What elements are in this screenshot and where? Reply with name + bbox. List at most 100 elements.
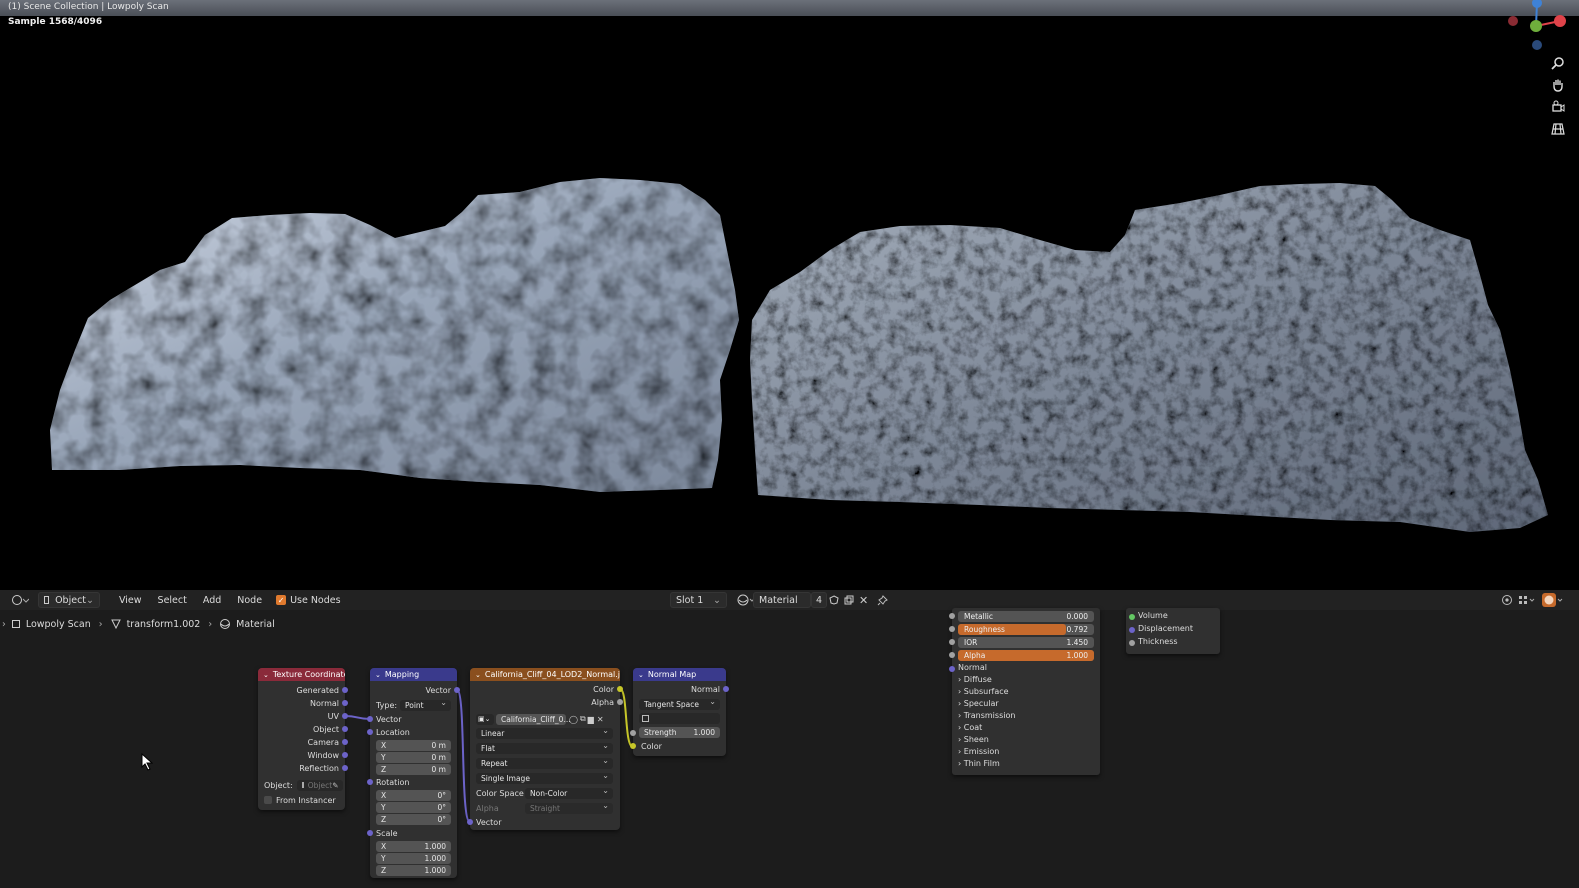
socket-reflection[interactable] — [342, 765, 348, 771]
node-title: Texture Coordinate — [272, 670, 345, 679]
eyedropper-icon[interactable]: ✎ — [332, 781, 338, 790]
copy-icon[interactable]: ⧉ — [580, 714, 586, 724]
metallic-slider[interactable]: Metallic 0.000 — [958, 611, 1094, 622]
mapping-type-dropdown[interactable]: Point — [400, 698, 451, 711]
checkbox-icon[interactable] — [264, 796, 272, 804]
socket-uv[interactable] — [342, 713, 348, 719]
normal-space-dropdown[interactable]: Tangent Space — [639, 697, 720, 710]
projection-dropdown[interactable]: Flat — [476, 741, 613, 754]
normal-map-node[interactable]: ⌄ Normal Map Normal Tangent Space Streng… — [630, 668, 729, 756]
panel-emission[interactable]: › Emission — [958, 747, 999, 756]
node-header[interactable]: ⌄ Mapping — [370, 668, 457, 681]
texture-coordinate-node[interactable]: ⌄ Texture Coordinate Generated Normal UV… — [258, 668, 348, 810]
socket-roughness[interactable] — [949, 626, 955, 632]
source-dropdown[interactable]: Single Image — [476, 771, 613, 784]
panel-label: Diffuse — [963, 675, 992, 684]
socket-object[interactable] — [342, 726, 348, 732]
from-instancer-row[interactable]: From Instancer — [264, 794, 336, 806]
grid-icon[interactable] — [1548, 118, 1568, 140]
rotation-z-field[interactable]: Z 0° — [376, 814, 451, 825]
socket-thickness[interactable] — [1129, 640, 1135, 646]
socket-generated[interactable] — [342, 687, 348, 693]
axis-label: Y — [381, 753, 386, 762]
socket-color-in[interactable] — [630, 743, 636, 749]
rotation-y-field[interactable]: Y 0° — [376, 802, 451, 813]
socket-strength[interactable] — [630, 730, 636, 736]
socket-normal[interactable] — [342, 700, 348, 706]
panel-subsurface[interactable]: › Subsurface — [958, 687, 1009, 696]
output-object: Object — [312, 724, 339, 734]
panel-diffuse[interactable]: › Diffuse — [958, 675, 992, 684]
node-header[interactable]: ⌄ California_Cliff_04_LOD2_Normal.jpg — [470, 668, 620, 681]
location-x-value: 0 m — [431, 741, 446, 750]
socket-scale[interactable] — [367, 830, 373, 836]
socket-displacement[interactable] — [1129, 627, 1135, 633]
axis-label: X — [381, 741, 387, 750]
socket-metallic[interactable] — [949, 613, 955, 619]
location-z-field[interactable]: Z 0 m — [376, 764, 451, 775]
socket-normal-in[interactable] — [949, 666, 955, 672]
panel-label: Transmission — [963, 711, 1016, 720]
location-y-field[interactable]: Y 0 m — [376, 752, 451, 763]
scale-z-field[interactable]: Z 1.000 — [376, 865, 451, 876]
interpolation-dropdown[interactable]: Linear — [476, 726, 613, 739]
principled-bsdf-node[interactable]: Metallic 0.000 Roughness 0.792 IOR 1.450 Al… — [949, 608, 1100, 775]
zoom-icon[interactable] — [1548, 52, 1568, 74]
socket-ior[interactable] — [949, 639, 955, 645]
rotation-x-field[interactable]: X 0° — [376, 790, 451, 801]
scale-y-field[interactable]: Y 1.000 — [376, 853, 451, 864]
socket-camera[interactable] — [342, 739, 348, 745]
uv-map-picker[interactable] — [639, 713, 720, 724]
link-color-to-normalmap — [619, 688, 634, 748]
panel-coat[interactable]: › Coat — [958, 723, 982, 732]
ior-field[interactable]: IOR 1.450 — [958, 637, 1094, 648]
image-browse-button[interactable]: ▣⌄ — [476, 713, 494, 725]
ior-value: 1.450 — [1066, 638, 1088, 647]
socket-alpha-out[interactable] — [617, 699, 623, 705]
socket-color-out[interactable] — [617, 686, 623, 692]
panel-sheen[interactable]: › Sheen — [958, 735, 989, 744]
roughness-slider[interactable]: Roughness 0.792 — [958, 624, 1094, 635]
alpha-slider[interactable]: Alpha 1.000 — [958, 650, 1094, 661]
object-picker-field[interactable]: Object ✎ — [296, 779, 343, 791]
location-x-field[interactable]: X 0 m — [376, 740, 451, 751]
node-header[interactable]: ⌄ Normal Map — [633, 668, 726, 681]
folder-icon[interactable]: ▆ — [588, 715, 594, 724]
socket-vector-out[interactable] — [454, 687, 460, 693]
socket-volume[interactable] — [1129, 614, 1135, 620]
image-name-field[interactable]: California_Cliff_0... — [496, 713, 571, 725]
extension-dropdown[interactable]: Repeat — [476, 756, 613, 769]
projection-value: Flat — [481, 744, 495, 753]
socket-normal-out[interactable] — [723, 686, 729, 692]
material-output-node[interactable]: Volume Displacement Thickness — [1126, 608, 1220, 654]
image-icon: ▣⌄ — [478, 715, 491, 723]
input-color: Color — [641, 741, 662, 751]
strength-field[interactable]: Strength 1.000 — [639, 727, 720, 738]
camera-icon[interactable] — [1548, 96, 1568, 118]
alpha-mode-dropdown[interactable]: Straight — [525, 801, 613, 814]
socket-vector-in[interactable] — [467, 819, 473, 825]
image-texture-node[interactable]: ⌄ California_Cliff_04_LOD2_Normal.jpg Co… — [467, 668, 623, 830]
alpha-mode-label: Alpha — [476, 803, 499, 813]
panel-thin-film[interactable]: › Thin Film — [958, 759, 1000, 768]
node-header[interactable]: ⌄ Texture Coordinate — [258, 668, 345, 681]
socket-window[interactable] — [342, 752, 348, 758]
chevron-down-icon: ⌄ — [375, 670, 381, 679]
panel-specular[interactable]: › Specular — [958, 699, 999, 708]
panel-transmission[interactable]: › Transmission — [958, 711, 1015, 720]
socket-vector-in[interactable] — [367, 716, 373, 722]
socket-location[interactable] — [367, 729, 373, 735]
socket-alpha[interactable] — [949, 652, 955, 658]
navigation-gizmo[interactable] — [1500, 0, 1579, 60]
mapping-node[interactable]: ⌄ Mapping Vector Type: Point Vector Loca… — [367, 668, 460, 878]
mapping-type-value: Point — [405, 701, 424, 710]
close-icon[interactable]: ✕ — [597, 715, 604, 724]
scale-x-field[interactable]: X 1.000 — [376, 841, 451, 852]
hand-pan-icon[interactable] — [1548, 74, 1568, 96]
from-instancer-label: From Instancer — [276, 795, 336, 805]
3d-viewport[interactable]: (1) Scene Collection | Lowpoly Scan Samp… — [0, 0, 1579, 590]
color-space-dropdown[interactable]: Non-Color — [525, 786, 613, 799]
uv-map-icon — [642, 715, 649, 722]
socket-rotation[interactable] — [367, 779, 373, 785]
shader-node-editor[interactable]: Object ⌄ View Select Add Node ✓ Use Node… — [0, 590, 1579, 888]
